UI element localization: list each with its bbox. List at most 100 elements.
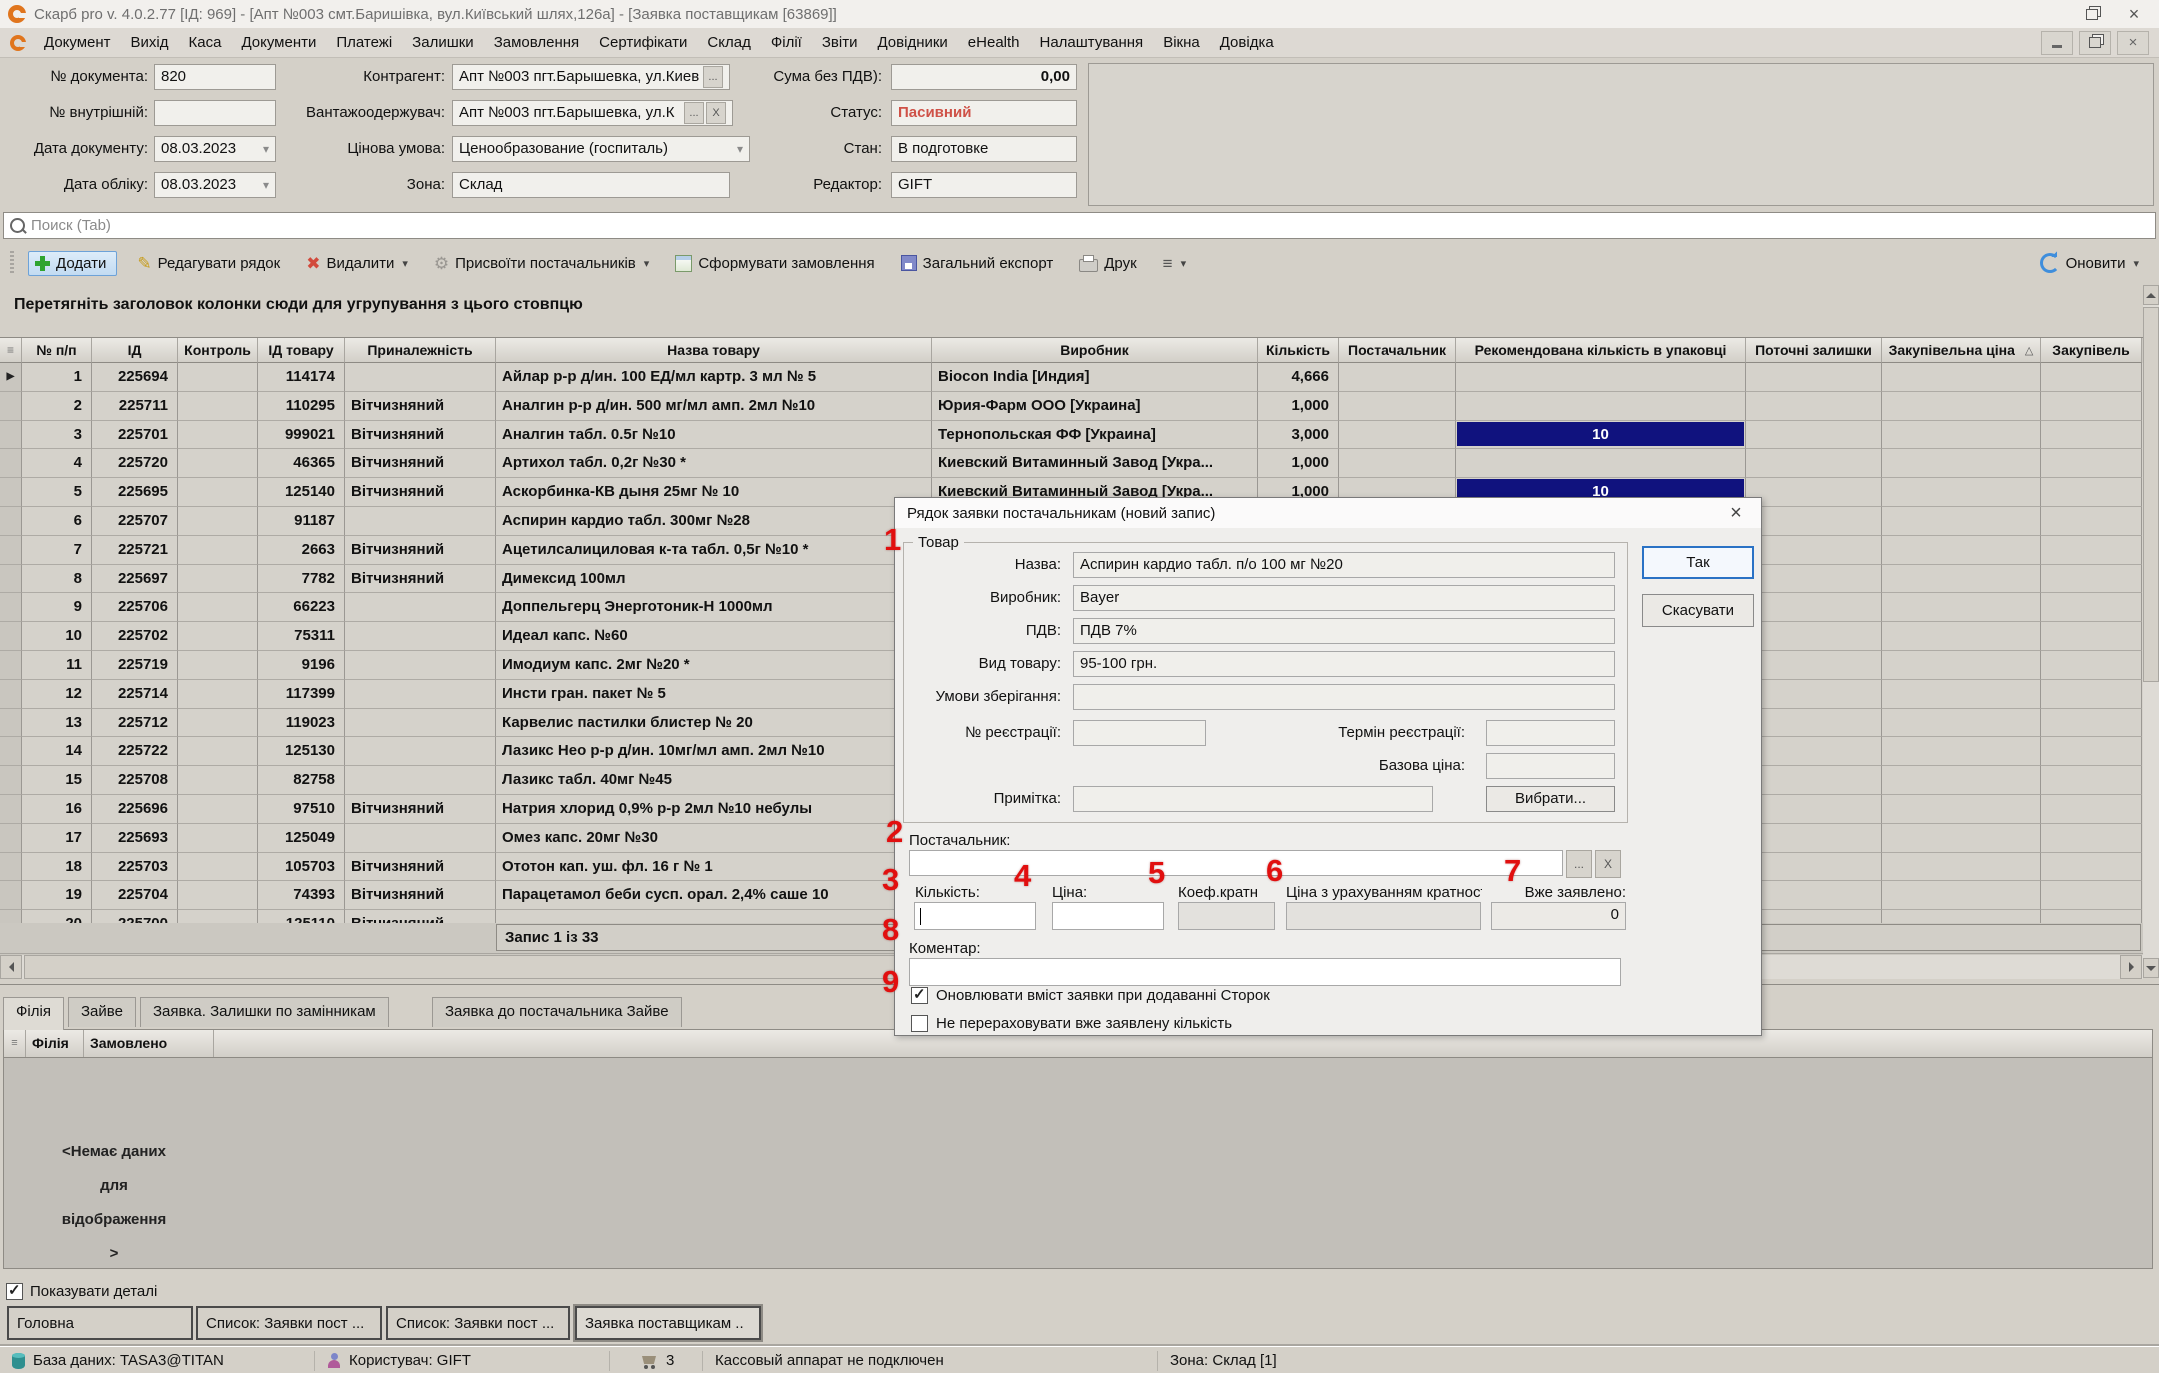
window-tab-holovna[interactable]: Головна: [7, 1306, 193, 1340]
ellipsis-button[interactable]: ...: [703, 66, 723, 88]
edit-row-button[interactable]: ✎ Редагувати рядок: [131, 251, 286, 276]
ellipsis-button[interactable]: ...: [684, 102, 704, 124]
internal-number-field[interactable]: [154, 100, 276, 126]
tab-zalyshky-zaminnyky[interactable]: Заявка. Залишки по замінникам: [140, 997, 389, 1027]
doc-date-field[interactable]: 08.03.2023▾: [154, 136, 276, 162]
account-date-field[interactable]: 08.03.2023▾: [154, 172, 276, 198]
menu-item-9[interactable]: Філії: [761, 31, 812, 54]
update-request-checkbox[interactable]: Оновлювати вміст заявки при додаванні Ст…: [911, 987, 1270, 1004]
list-options-button[interactable]: ≡▾: [1157, 251, 1192, 276]
scroll-left-button[interactable]: [0, 955, 22, 979]
menu-item-15[interactable]: Довідка: [1210, 31, 1284, 54]
menu-item-10[interactable]: Звіти: [812, 31, 868, 54]
name-field[interactable]: Аспирин кардио табл. п/о 100 мг №20: [1073, 552, 1615, 578]
menu-item-3[interactable]: Документи: [231, 31, 326, 54]
table-row[interactable]: 422572046365ВітчизнянийАртихол табл. 0,2…: [0, 449, 2143, 478]
zone-field[interactable]: Склад: [452, 172, 730, 198]
reg-number-field[interactable]: [1073, 720, 1206, 746]
table-row[interactable]: ▶1225694114174Айлар р-р д/ин. 100 ЕД/мл …: [0, 363, 2143, 392]
menu-item-5[interactable]: Залишки: [402, 31, 484, 54]
window-tab-spysok-1[interactable]: Список: Заявки пост ...: [196, 1306, 382, 1340]
menu-item-8[interactable]: Склад: [697, 31, 760, 54]
column-header-Постачальник[interactable]: Постачальник: [1339, 338, 1456, 363]
column-header-Виробник[interactable]: Виробник: [932, 338, 1258, 363]
price-condition-field[interactable]: Ценообразование (госпиталь)▾: [452, 136, 750, 162]
menu-item-4[interactable]: Платежі: [326, 31, 402, 54]
column-header-№ п/п[interactable]: № п/п: [22, 338, 92, 363]
print-button[interactable]: Друк: [1073, 251, 1142, 276]
detail-col-zamovleno[interactable]: Замовлено: [84, 1030, 214, 1057]
scroll-down-button[interactable]: [2143, 958, 2159, 978]
choose-button[interactable]: Вибрати...: [1486, 786, 1615, 812]
table-row[interactable]: 2225711110295ВітчизнянийАналгин р-р д/ин…: [0, 392, 2143, 421]
column-header-ІД[interactable]: ІД: [92, 338, 178, 363]
delete-button[interactable]: ✖ Видалити▾: [300, 251, 414, 276]
menu-item-12[interactable]: eHealth: [958, 31, 1030, 54]
reg-term-field[interactable]: [1486, 720, 1615, 746]
tab-zayavka-postachalnyka[interactable]: Заявка до постачальника Зайве: [432, 997, 682, 1027]
ellipsis-button[interactable]: ...: [1566, 850, 1592, 878]
assign-suppliers-button[interactable]: ⚙ Присвоїти постачальників▾: [428, 251, 655, 276]
tab-zayve[interactable]: Зайве: [68, 997, 136, 1027]
consignee-field[interactable]: Апт №003 пгт.Барышевка, ул.К...X: [452, 100, 733, 126]
column-header-Назва товару[interactable]: Назва товару: [496, 338, 932, 363]
mdi-minimize-button[interactable]: [2041, 31, 2073, 55]
note-field[interactable]: [1073, 786, 1433, 812]
refresh-button[interactable]: Оновити▾: [2034, 249, 2145, 277]
menu-item-2[interactable]: Каса: [179, 31, 232, 54]
restore-button[interactable]: [2075, 1, 2109, 27]
chevron-down-icon[interactable]: ▾: [263, 173, 269, 197]
cancel-button[interactable]: Скасувати: [1642, 594, 1754, 627]
menu-item-14[interactable]: Вікна: [1153, 31, 1210, 54]
quantity-field[interactable]: [914, 902, 1036, 930]
toolbar-drag-handle[interactable]: [10, 251, 14, 275]
comment-field[interactable]: [909, 958, 1621, 986]
column-header-Кількість[interactable]: Кількість: [1258, 338, 1339, 363]
vat-field[interactable]: ПДВ 7%: [1073, 618, 1615, 644]
chevron-down-icon[interactable]: ▾: [263, 137, 269, 161]
scroll-up-button[interactable]: [2143, 285, 2159, 305]
mdi-restore-button[interactable]: [2079, 31, 2111, 55]
no-recalc-checkbox[interactable]: Не перераховувати вже заявлену кількість: [911, 1015, 1232, 1032]
menu-item-7[interactable]: Сертифікати: [589, 31, 697, 54]
ok-button[interactable]: Так: [1642, 546, 1754, 579]
contragent-field[interactable]: Апт №003 пгт.Барышевка, ул.Киев...: [452, 64, 730, 90]
tab-filia[interactable]: Філія: [3, 997, 64, 1030]
column-header-Контроль[interactable]: Контроль: [178, 338, 258, 363]
column-header-Поточні залишки[interactable]: Поточні залишки: [1746, 338, 1882, 363]
menu-item-1[interactable]: Вихід: [121, 31, 179, 54]
price-field[interactable]: [1052, 902, 1164, 930]
doc-number-field[interactable]: 820: [154, 64, 276, 90]
scroll-right-button[interactable]: [2120, 955, 2142, 979]
column-header-Рекомендована кількість в упаковці[interactable]: Рекомендована кількість в упаковці: [1456, 338, 1746, 363]
menu-item-6[interactable]: Замовлення: [484, 31, 589, 54]
menu-item-11[interactable]: Довідники: [867, 31, 957, 54]
window-tab-zayavka[interactable]: Заявка поставщикам ..: [575, 1306, 761, 1340]
menu-item-13[interactable]: Налаштування: [1030, 31, 1154, 54]
storage-field[interactable]: [1073, 684, 1615, 710]
kind-field[interactable]: 95-100 грн.: [1073, 651, 1615, 677]
maker-field[interactable]: Bayer: [1073, 585, 1615, 611]
detail-col-filia[interactable]: Філія: [26, 1030, 84, 1057]
make-order-button[interactable]: Сформувати замовлення: [669, 251, 880, 276]
dialog-close-icon[interactable]: ×: [1723, 502, 1749, 525]
table-row[interactable]: 3225701999021ВітчизнянийАналгин табл. 0.…: [0, 421, 2143, 450]
add-button[interactable]: Додати: [28, 251, 117, 276]
chevron-down-icon[interactable]: ▾: [737, 137, 743, 161]
column-header-Приналежність[interactable]: Приналежність: [345, 338, 496, 363]
base-price-field[interactable]: [1486, 753, 1615, 779]
clear-button[interactable]: X: [1595, 850, 1621, 878]
column-header-ІД товару[interactable]: ІД товару: [258, 338, 345, 363]
show-details-checkbox[interactable]: Показувати деталі: [6, 1283, 157, 1300]
menu-item-0[interactable]: Документ: [34, 31, 121, 54]
clear-button[interactable]: X: [706, 102, 726, 124]
column-header-indicator[interactable]: ≡: [0, 338, 22, 363]
vertical-scroll-thumb[interactable]: [2143, 307, 2159, 682]
window-tab-spysok-2[interactable]: Список: Заявки пост ...: [386, 1306, 570, 1340]
vertical-scrollbar[interactable]: [2143, 285, 2159, 978]
supplier-input[interactable]: [909, 850, 1563, 876]
mdi-close-button[interactable]: ×: [2117, 31, 2149, 55]
column-header-Закупівель[interactable]: Закупівель: [2041, 338, 2142, 363]
export-button[interactable]: Загальний експорт: [895, 251, 1060, 276]
search-input[interactable]: Поиск (Tab): [3, 212, 2156, 239]
